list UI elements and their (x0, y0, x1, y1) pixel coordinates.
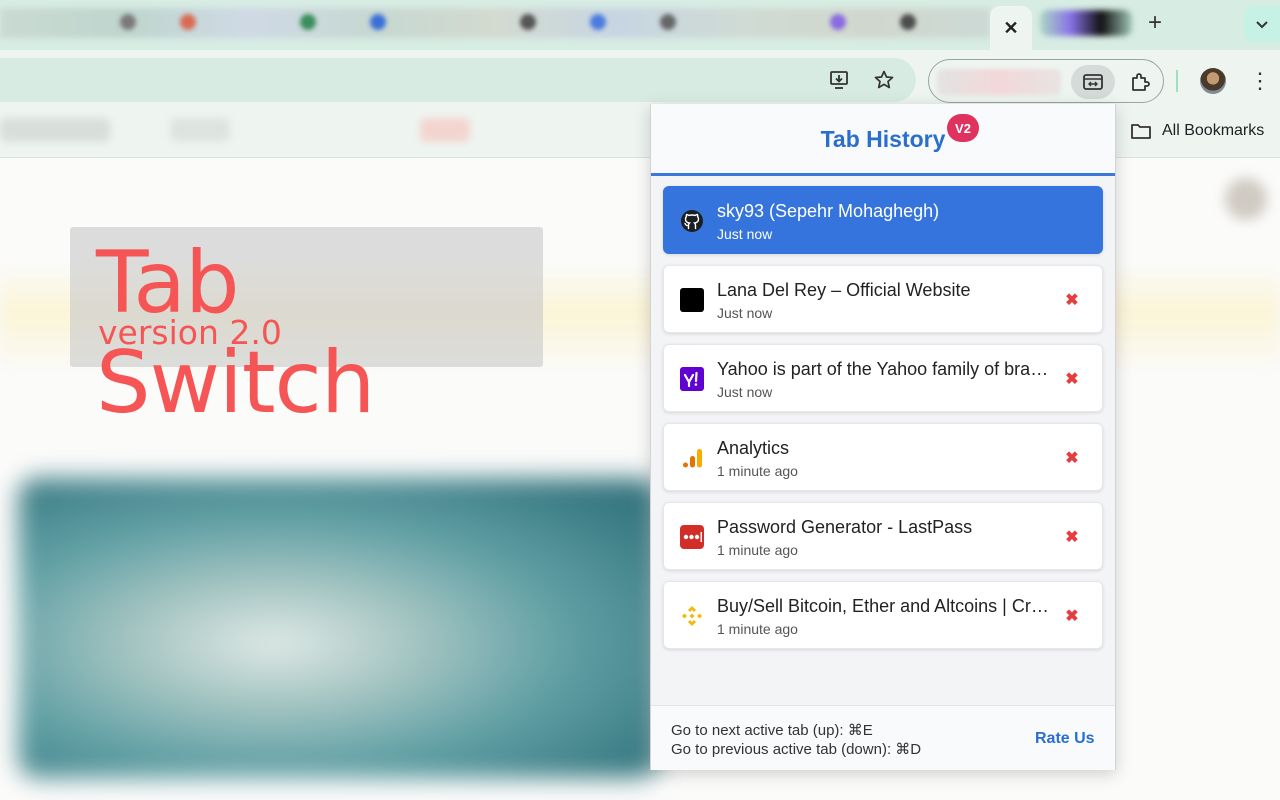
history-item-title: Lana Del Rey – Official Website (717, 280, 971, 300)
popup-title: Tab History (820, 126, 946, 152)
blurred-bookmark[interactable] (170, 118, 230, 142)
popup-header: Tab History V2 (651, 104, 1115, 176)
address-bar[interactable] (0, 58, 916, 102)
promo-version: version 2.0 (98, 313, 282, 352)
tab-favicon-icon[interactable] (520, 14, 536, 30)
tab-favicon-icon[interactable] (830, 14, 846, 30)
shortcut-previous: Go to previous active tab (down): ⌘D (671, 741, 922, 758)
history-item-time: 1 minute ago (717, 542, 798, 558)
star-icon (874, 70, 894, 89)
remove-history-button[interactable]: ✖ (1062, 606, 1082, 626)
rate-us-link[interactable]: Rate Us (1035, 730, 1095, 748)
lastpass-icon (680, 525, 704, 549)
new-tab-button[interactable]: + (1142, 9, 1168, 36)
bookmark-star-button[interactable] (868, 64, 900, 96)
close-tab-icon[interactable]: ✕ (1003, 18, 1018, 39)
install-app-button[interactable] (824, 64, 856, 96)
black-square-icon (680, 288, 704, 312)
blurred-bookmark[interactable] (420, 118, 470, 142)
tab-favicon-icon[interactable] (370, 14, 386, 30)
shortcut-next: Go to next active tab (up): ⌘E (671, 722, 873, 739)
blurred-image (18, 478, 658, 778)
analytics-icon (680, 446, 704, 470)
history-item-time: 1 minute ago (717, 463, 798, 479)
history-item-time: Just now (717, 384, 773, 400)
toolbar: ⋮ (0, 50, 1280, 106)
tab-favicon-icon[interactable] (300, 14, 316, 30)
blurred-tab[interactable] (1040, 10, 1132, 36)
yahoo-icon (680, 367, 704, 391)
version-badge: V2 (947, 114, 979, 142)
history-item-time: 1 minute ago (717, 621, 798, 637)
history-item-title: sky93 (Sepehr Mohaghegh) (717, 201, 940, 221)
binance-icon (680, 604, 704, 628)
chevron-down-icon (1256, 21, 1268, 29)
history-item-title: Analytics (717, 438, 790, 458)
tab-switch-icon (1083, 74, 1103, 90)
install-icon (830, 71, 848, 89)
tab-history-extension-button[interactable] (1071, 65, 1115, 99)
history-item[interactable]: Analytics 1 minute ago ✖ (663, 423, 1103, 491)
tab-history-list: sky93 (Sepehr Mohaghegh) Just now Lana D… (663, 186, 1103, 660)
toolbar-divider (1176, 70, 1178, 92)
history-item[interactable]: sky93 (Sepehr Mohaghegh) Just now (663, 186, 1103, 254)
remove-history-button[interactable]: ✖ (1062, 448, 1082, 468)
remove-history-button[interactable]: ✖ (1062, 527, 1082, 547)
tab-search-button[interactable] (1244, 6, 1280, 42)
history-item-time: Just now (717, 226, 773, 242)
tab-favicon-icon[interactable] (120, 14, 136, 30)
tab-favicon-icon[interactable] (590, 14, 606, 30)
blurred-bookmark[interactable] (0, 118, 110, 142)
extensions-group (928, 59, 1164, 103)
history-item-title: Buy/Sell Bitcoin, Ether and Altcoins | C… (717, 596, 1053, 616)
remove-history-button[interactable]: ✖ (1062, 369, 1082, 389)
extensions-button[interactable] (1125, 66, 1157, 98)
tab-history-popup: Tab History V2 sky93 (Sepehr Mohaghegh) … (650, 104, 1116, 770)
history-item-title: Password Generator - LastPass (717, 517, 973, 537)
tab-favicon-icon[interactable] (660, 14, 676, 30)
all-bookmarks-button[interactable]: All Bookmarks (1130, 118, 1264, 144)
folder-icon (1131, 124, 1151, 139)
blurred-element (1225, 178, 1267, 220)
browser-menu-button[interactable]: ⋮ (1249, 68, 1271, 94)
tab-favicon-icon[interactable] (900, 14, 916, 30)
remove-history-button[interactable]: ✖ (1062, 290, 1082, 310)
tab-strip: ✕ + (0, 0, 1280, 50)
active-tab[interactable]: ✕ (990, 6, 1032, 50)
history-item[interactable]: Password Generator - LastPass 1 minute a… (663, 502, 1103, 570)
history-item[interactable]: Yahoo is part of the Yahoo family of bra… (663, 344, 1103, 412)
history-item-title: Yahoo is part of the Yahoo family of bra… (717, 359, 1053, 379)
puzzle-icon (1132, 73, 1150, 91)
history-item[interactable]: Buy/Sell Bitcoin, Ether and Altcoins | C… (663, 581, 1103, 649)
promo-title-box: Tab Switch version 2.0 (70, 227, 543, 433)
history-item-time: Just now (717, 305, 773, 321)
tab-favicon-icon[interactable] (180, 14, 196, 30)
github-icon (680, 209, 704, 233)
popup-footer: Go to next active tab (up): ⌘E Go to pre… (651, 705, 1115, 770)
history-item[interactable]: Lana Del Rey – Official Website Just now… (663, 265, 1103, 333)
all-bookmarks-label: All Bookmarks (1162, 122, 1265, 139)
blurred-extension[interactable] (937, 69, 1061, 95)
profile-avatar[interactable] (1200, 68, 1226, 94)
